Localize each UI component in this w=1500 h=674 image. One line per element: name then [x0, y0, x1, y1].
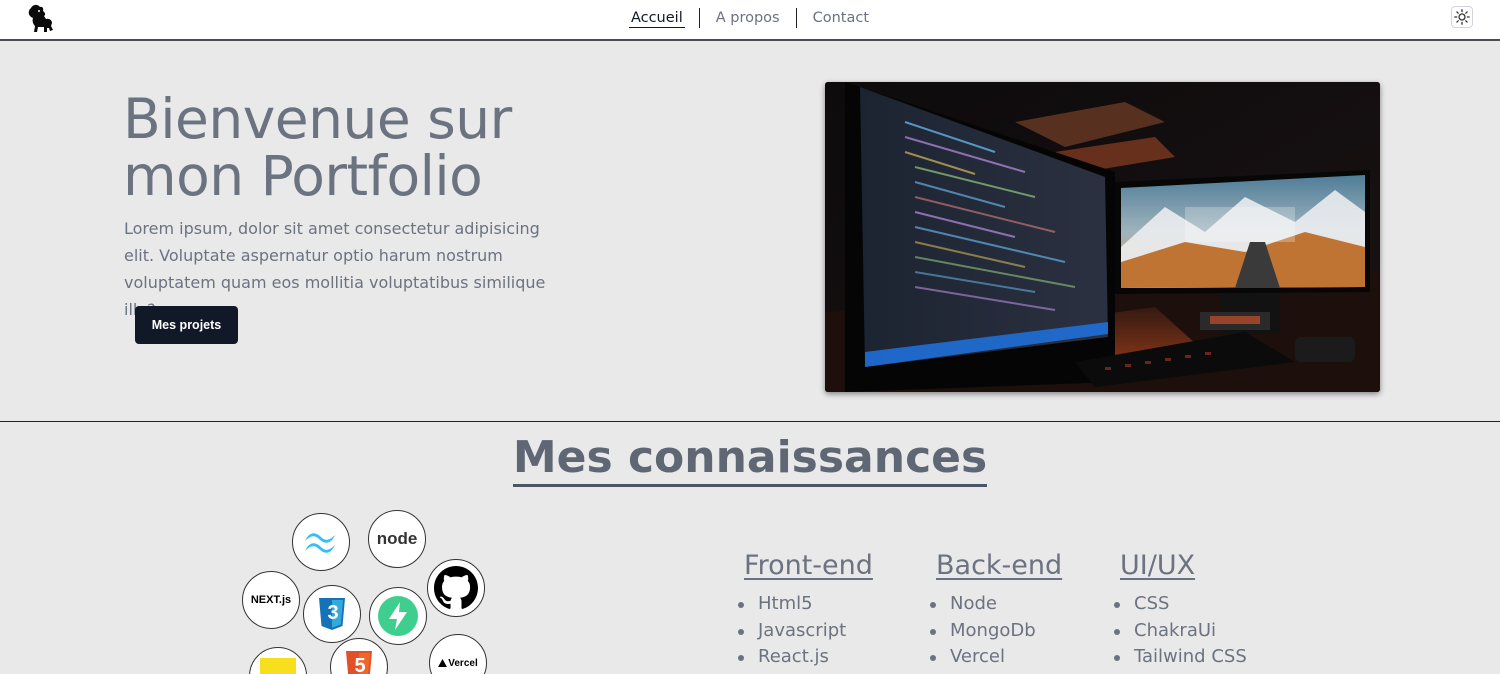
ui-ux-list: CSS ChakraUi Tailwind CSS — [1114, 591, 1247, 671]
css3-icon: 3 — [303, 585, 361, 643]
list-item: MongoDb — [930, 618, 1062, 645]
tailwind-icon — [292, 513, 350, 571]
vercel-icon: Vercel — [429, 634, 487, 674]
nextjs-logo-text: NEXT.js — [250, 594, 292, 606]
sun-icon — [1454, 9, 1470, 25]
vercel-logo-text: Vercel — [448, 657, 478, 669]
hero-title-line1: Bienvenue sur — [123, 87, 512, 151]
hero-title-line2: mon Portfolio — [123, 144, 483, 208]
skills-column-back-end: Back-end Node MongoDb Vercel — [930, 550, 1063, 671]
column-title-ui-ux: UI/UX — [1120, 550, 1196, 581]
html5-icon: 5 — [330, 638, 388, 674]
github-icon — [427, 559, 485, 617]
column-title-front-end: Front-end — [744, 550, 873, 581]
hero-section: Bienvenue sur mon Portfolio Lorem ipsum,… — [0, 41, 1500, 422]
nodejs-icon: node — [368, 510, 426, 568]
list-item: Node — [930, 591, 1062, 618]
css3-logo-text: 3 — [327, 602, 339, 624]
nav-link-accueil[interactable]: Accueil — [628, 9, 685, 28]
list-item: Javascript — [738, 618, 873, 645]
list-item: CSS — [1114, 591, 1247, 618]
nav-link-a-propos[interactable]: A propos — [714, 9, 782, 27]
nav-link-contact[interactable]: Contact — [811, 9, 871, 27]
list-item: Tailwind CSS — [1114, 644, 1247, 671]
skills-column-front-end: Front-end Html5 Javascript React.js — [738, 550, 873, 671]
nav-separator — [795, 8, 797, 28]
list-item: Vercel — [930, 644, 1062, 671]
nextjs-icon: NEXT.js — [242, 571, 300, 629]
list-item: ChakraUi — [1114, 618, 1247, 645]
lightning-icon — [369, 587, 427, 645]
back-end-list: Node MongoDb Vercel — [930, 591, 1062, 671]
list-item: React.js — [738, 644, 873, 671]
navbar: Accueil A propos Contact — [0, 0, 1500, 41]
skills-column-ui-ux: UI/UX CSS ChakraUi Tailwind CSS — [1114, 550, 1247, 671]
nodejs-logo-text: node — [376, 529, 418, 548]
main-nav: Accueil A propos Contact — [0, 8, 1500, 28]
my-projects-button[interactable]: Mes projets — [135, 306, 238, 344]
hero-image — [825, 82, 1380, 392]
nav-separator — [698, 8, 700, 28]
html5-logo-text: 5 — [354, 655, 366, 674]
skills-title-text: Mes connaissances — [512, 432, 988, 487]
front-end-list: Html5 Javascript React.js — [738, 591, 873, 671]
list-item: Html5 — [738, 591, 873, 618]
hero-title: Bienvenue sur mon Portfolio — [123, 91, 643, 205]
theme-toggle-button[interactable] — [1451, 6, 1473, 28]
javascript-icon: JS — [249, 647, 307, 674]
column-title-back-end: Back-end — [936, 550, 1063, 581]
skills-title: Mes connaissances — [0, 432, 1500, 487]
